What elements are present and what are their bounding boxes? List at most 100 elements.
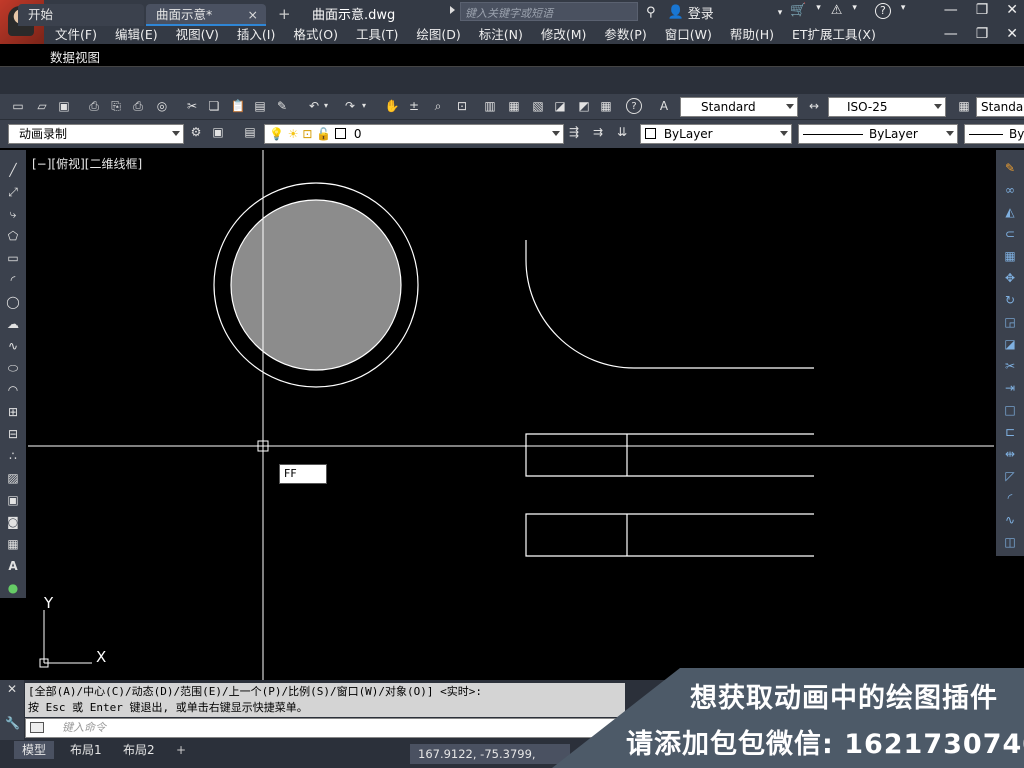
menu-parametric[interactable]: 参数(P) <box>595 26 655 44</box>
dim-style-select[interactable]: ISO-25 <box>828 97 946 117</box>
command-line-handle[interactable]: ✕ 🔧 <box>0 680 24 740</box>
point-icon[interactable]: ∴ <box>5 448 21 464</box>
viewport-controls[interactable]: [−][俯视][二维线框] <box>32 155 142 172</box>
doc-close-icon[interactable]: ✕ <box>1006 26 1018 42</box>
menu-insert[interactable]: 插入(I) <box>228 26 284 44</box>
autodesk-a360-icon[interactable]: ⚠ <box>831 3 843 19</box>
menu-help[interactable]: 帮助(H) <box>721 26 783 44</box>
scale-icon[interactable]: ◲ <box>1002 314 1018 330</box>
text-style-icon[interactable]: A <box>656 98 672 114</box>
cut-icon[interactable]: ✂ <box>184 98 200 114</box>
cart-icon[interactable]: 🛒 <box>790 3 806 19</box>
blend-curves-icon[interactable]: ∿ <box>1002 512 1018 528</box>
print-preview-icon[interactable]: ⎘ <box>108 98 124 114</box>
menu-tools[interactable]: 工具(T) <box>347 26 407 44</box>
open-icon[interactable]: ▱ <box>34 98 50 114</box>
menu-window[interactable]: 窗口(W) <box>656 26 721 44</box>
login-label[interactable]: 登录 <box>688 3 714 22</box>
menu-modify[interactable]: 修改(M) <box>532 26 596 44</box>
stretch-icon[interactable]: ◪ <box>1002 336 1018 352</box>
ellipse-icon[interactable]: ⬭ <box>5 360 21 376</box>
erase-icon[interactable]: ✎ <box>1002 160 1018 176</box>
menu-dimension[interactable]: 标注(N) <box>470 26 532 44</box>
linetype-select[interactable]: ByLayer <box>798 124 958 144</box>
circle-icon[interactable]: ◯ <box>5 294 21 310</box>
close-command-icon[interactable]: ✕ <box>7 682 17 696</box>
construction-line-icon[interactable]: ⤢ <box>5 184 21 200</box>
copy-icon[interactable]: ❏ <box>206 98 222 114</box>
lock-icon[interactable]: 🔓 <box>316 127 331 141</box>
offset-icon[interactable]: ⊂ <box>1002 226 1018 242</box>
zoom-window-icon[interactable]: ⌕ <box>430 98 446 114</box>
cart-dropdown-icon[interactable]: ▾ <box>816 3 821 19</box>
properties-icon[interactable]: ▥ <box>482 98 498 114</box>
menu-edit[interactable]: 编辑(E) <box>106 26 167 44</box>
tab-start[interactable]: 开始 <box>18 4 144 26</box>
clean-screen-icon[interactable]: ▣ <box>210 124 226 140</box>
gradient-icon[interactable]: ▣ <box>5 492 21 508</box>
extend-icon[interactable]: ⇥ <box>1002 380 1018 396</box>
spline-icon[interactable]: ∿ <box>5 338 21 354</box>
tab-layout2[interactable]: 布局2 <box>115 741 163 759</box>
add-selected-icon[interactable]: ● <box>5 580 21 596</box>
layer-previous-icon[interactable]: ⇉ <box>590 124 606 140</box>
viewport-freeze-icon[interactable]: ⊡ <box>302 127 312 141</box>
match-properties-icon[interactable]: ▤ <box>252 98 268 114</box>
rectangle-icon[interactable]: ▭ <box>5 250 21 266</box>
table-style-icon[interactable]: ▦ <box>956 98 972 114</box>
zoom-previous-icon[interactable]: ⊡ <box>454 98 470 114</box>
tab-layout1[interactable]: 布局1 <box>62 741 110 759</box>
revision-cloud-icon[interactable]: ☁ <box>5 316 21 332</box>
redo-tb-icon[interactable]: ↷ <box>342 98 358 114</box>
calculator-icon[interactable]: ▦ <box>598 98 614 114</box>
lineweight-select[interactable]: By <box>964 124 1024 144</box>
tool-palettes-icon[interactable]: ▧ <box>530 98 546 114</box>
color-select[interactable]: ByLayer <box>640 124 792 144</box>
menu-data-view[interactable]: 数据视图 <box>46 47 100 66</box>
command-input[interactable]: 键入命令 <box>25 718 625 738</box>
break-icon[interactable]: ⊏ <box>1002 424 1018 440</box>
redo-tb-dropdown-icon[interactable]: ▾ <box>360 98 368 114</box>
save-icon[interactable]: ▣ <box>56 98 72 114</box>
menu-file[interactable]: 文件(F) <box>46 26 106 44</box>
wrench-icon[interactable]: 🔧 <box>5 716 20 730</box>
minimize-icon[interactable]: — <box>944 2 958 18</box>
menu-express-tools[interactable]: ET扩展工具(X) <box>783 26 885 44</box>
search-expand-icon[interactable] <box>450 6 455 14</box>
lightbulb-icon[interactable]: 💡 <box>269 127 284 141</box>
markup-icon[interactable]: ◩ <box>576 98 592 114</box>
rotate-icon[interactable]: ↻ <box>1002 292 1018 308</box>
ellipse-arc-icon[interactable]: ◠ <box>5 382 21 398</box>
polyline-icon[interactable]: ⤷ <box>5 206 21 222</box>
trim-icon[interactable]: ✂ <box>1002 358 1018 374</box>
publish-web-icon[interactable]: ◎ <box>154 98 170 114</box>
close-icon[interactable]: ✕ <box>1006 2 1018 18</box>
make-block-icon[interactable]: ⊟ <box>5 426 21 442</box>
chamfer-icon[interactable]: ◸ <box>1002 468 1018 484</box>
command-prompt-icon[interactable] <box>30 722 44 733</box>
arc-icon[interactable]: ◜ <box>5 272 21 288</box>
insert-block-icon[interactable]: ⊞ <box>5 404 21 420</box>
zoom-realtime-icon[interactable]: ± <box>406 98 422 114</box>
help-dropdown-icon[interactable]: ▾ <box>901 3 906 19</box>
sun-icon[interactable]: ☀ <box>288 127 299 141</box>
region-icon[interactable]: ◙ <box>5 514 21 530</box>
a360-dropdown-icon[interactable]: ▾ <box>852 3 857 19</box>
new-tab-button[interactable]: + <box>278 4 294 24</box>
sheet-set-icon[interactable]: ◪ <box>552 98 568 114</box>
table-style-select[interactable]: Standar <box>976 97 1024 117</box>
explode-icon[interactable]: ◫ <box>1002 534 1018 550</box>
layer-select[interactable]: 💡 ☀ ⊡ 🔓 0 <box>264 124 564 144</box>
hatch-icon[interactable]: ▨ <box>5 470 21 486</box>
pan-icon[interactable]: ✋ <box>384 98 400 114</box>
table-icon[interactable]: ▦ <box>5 536 21 552</box>
dim-style-icon[interactable]: ↔ <box>806 98 822 114</box>
restore-icon[interactable]: ❐ <box>976 2 989 18</box>
break-at-point-icon[interactable]: □ <box>1002 402 1018 418</box>
layer-state-icon[interactable]: ⇊ <box>614 124 630 140</box>
doc-restore-icon[interactable]: ❐ <box>976 26 989 42</box>
layer-properties-icon[interactable]: ▤ <box>242 124 258 140</box>
workspace-settings-icon[interactable]: ⚙ <box>188 124 204 140</box>
undo-tb-dropdown-icon[interactable]: ▾ <box>322 98 330 114</box>
binoculars-icon[interactable]: ⚲ <box>646 5 656 20</box>
